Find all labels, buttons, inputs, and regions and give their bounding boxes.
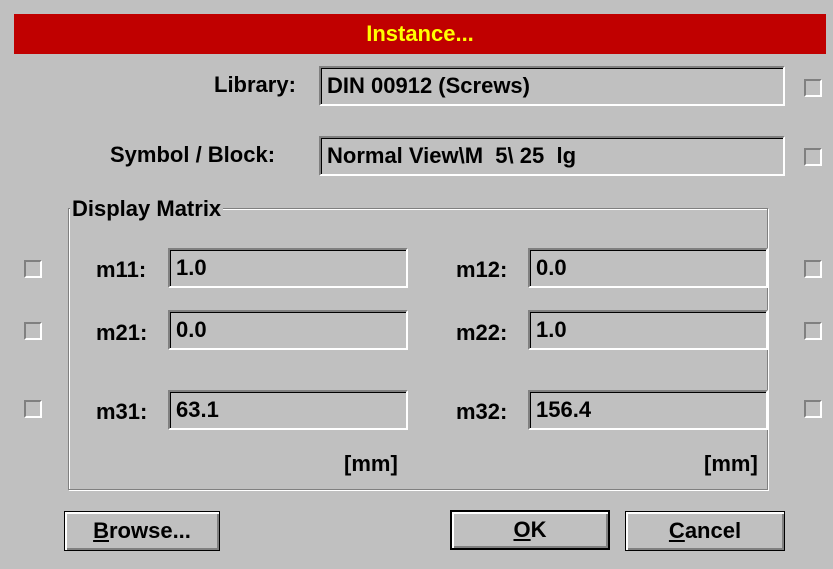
m21-label: m21:	[96, 320, 148, 345]
display-matrix-title: Display Matrix	[70, 194, 224, 224]
dialog-title: Instance...	[14, 14, 826, 54]
browse-mnemonic: B	[93, 518, 109, 543]
m22-label: m22:	[456, 320, 508, 345]
m11-field[interactable]: 1.0	[168, 248, 408, 288]
m12-checkbox[interactable]	[804, 260, 822, 278]
m11-checkbox[interactable]	[24, 260, 42, 278]
library-label: Library:	[214, 72, 296, 97]
m32-field[interactable]: 156.4	[528, 390, 768, 430]
cancel-button-label: ancel	[684, 518, 742, 543]
m31-field[interactable]: 63.1	[168, 390, 408, 430]
m22-field[interactable]: 1.0	[528, 310, 768, 350]
m21-checkbox[interactable]	[24, 322, 42, 340]
m32-checkbox[interactable]	[804, 400, 822, 418]
m21-field[interactable]: 0.0	[168, 310, 408, 350]
m12-label: m12:	[456, 257, 508, 282]
cancel-mnemonic: C	[668, 518, 685, 543]
ok-mnemonic: O	[513, 517, 531, 542]
browse-button[interactable]: Browse...	[64, 511, 220, 551]
library-checkbox[interactable]	[804, 79, 822, 97]
m11-label: m11:	[96, 257, 147, 282]
m32-unit-label: [mm]	[704, 451, 758, 476]
symbol-field[interactable]: Normal View\M 5\ 25 lg	[319, 136, 785, 176]
m31-unit-label: [mm]	[344, 451, 398, 476]
ok-button[interactable]: OK	[450, 510, 610, 550]
ok-button-label: K	[530, 517, 547, 542]
symbol-checkbox[interactable]	[804, 148, 822, 166]
library-field[interactable]: DIN 00912 (Screws)	[319, 66, 785, 106]
browse-button-label: rowse...	[108, 518, 191, 543]
cancel-button[interactable]: Cancel	[625, 511, 785, 551]
instance-dialog: Instance... Library: DIN 00912 (Screws) …	[14, 0, 826, 569]
m31-checkbox[interactable]	[24, 400, 42, 418]
m12-field[interactable]: 0.0	[528, 248, 768, 288]
m32-label: m32:	[456, 399, 508, 424]
m22-checkbox[interactable]	[804, 322, 822, 340]
m31-label: m31:	[96, 399, 148, 424]
symbol-label: Symbol / Block:	[110, 142, 276, 167]
